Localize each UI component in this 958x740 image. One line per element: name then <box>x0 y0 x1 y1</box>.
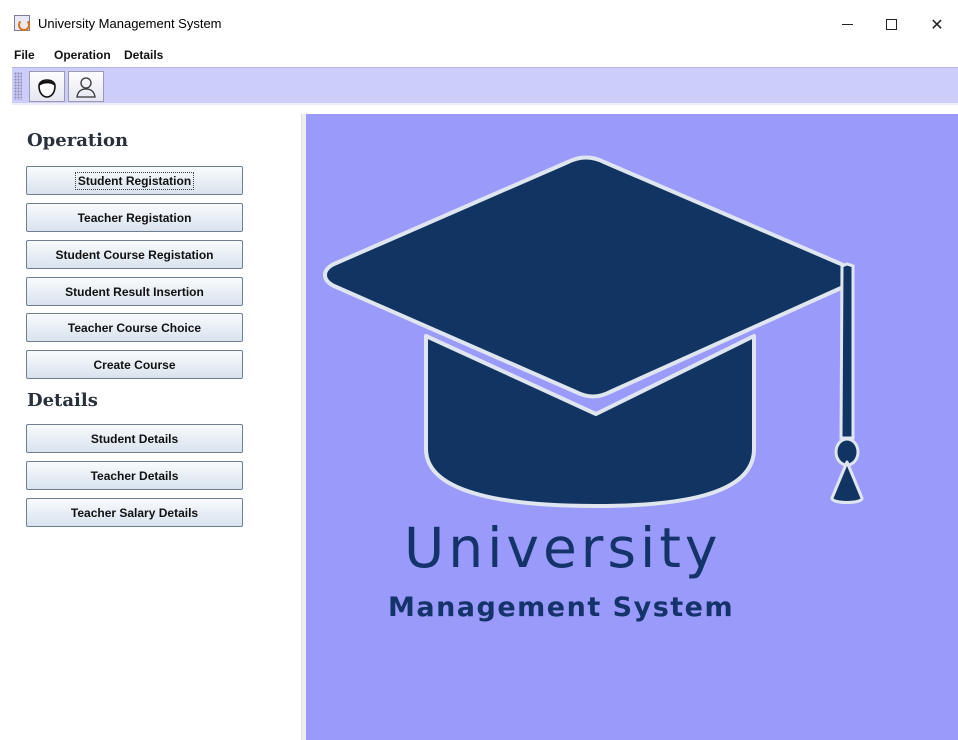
minimize-icon <box>841 23 853 25</box>
toolbar-grip-handle[interactable] <box>14 72 22 100</box>
teacher-toolbar-button[interactable] <box>68 71 104 102</box>
teacher-registation-button[interactable]: Teacher Registation <box>26 203 243 232</box>
maximize-icon <box>885 18 897 30</box>
menu-bar: File Operation Details <box>0 44 958 67</box>
student-registation-button[interactable]: Student Registation <box>26 166 243 195</box>
graduation-cap-icon <box>323 155 864 508</box>
sidebar-panel: Operation Student Registation Teacher Re… <box>12 114 302 740</box>
menu-details[interactable]: Details <box>124 48 163 62</box>
teacher-course-choice-button[interactable]: Teacher Course Choice <box>26 313 243 342</box>
button-label: Create Course <box>93 357 176 372</box>
maximize-button[interactable] <box>868 9 914 39</box>
teacher-salary-details-button[interactable]: Teacher Salary Details <box>26 498 243 527</box>
button-label: Teacher Salary Details <box>70 505 199 520</box>
logo-title: University <box>404 516 722 580</box>
close-icon: ✕ <box>930 14 944 34</box>
toolbar <box>12 67 958 105</box>
window-title: University Management System <box>38 16 222 31</box>
menu-operation[interactable]: Operation <box>54 48 111 62</box>
logo-subtitle: Management System <box>388 592 735 623</box>
teacher-details-button[interactable]: Teacher Details <box>26 461 243 490</box>
student-details-button[interactable]: Student Details <box>26 424 243 453</box>
menu-file[interactable]: File <box>14 48 35 62</box>
button-label: Student Result Insertion <box>65 284 204 299</box>
button-label: Teacher Details <box>90 468 179 483</box>
button-label: Teacher Registation <box>77 210 192 225</box>
student-result-insertion-button[interactable]: Student Result Insertion <box>26 277 243 306</box>
java-app-icon <box>14 15 30 31</box>
window-titlebar: University Management System ✕ <box>0 0 958 44</box>
button-label: Teacher Course Choice <box>67 320 202 335</box>
close-button[interactable]: ✕ <box>914 9 958 39</box>
student-face-icon <box>38 78 56 98</box>
button-label: Student Course Registation <box>55 247 214 262</box>
teacher-user-icon <box>76 76 96 98</box>
main-logo-panel: University Management System <box>306 114 958 740</box>
button-label: Student Details <box>90 431 179 446</box>
create-course-button[interactable]: Create Course <box>26 350 243 379</box>
student-course-registation-button[interactable]: Student Course Registation <box>26 240 243 269</box>
details-heading: Details <box>27 390 98 411</box>
student-toolbar-button[interactable] <box>29 71 65 102</box>
operation-heading: Operation <box>27 130 129 151</box>
minimize-button[interactable] <box>824 9 870 39</box>
window-left-edge <box>0 44 12 740</box>
button-label: Student Registation <box>74 171 195 190</box>
